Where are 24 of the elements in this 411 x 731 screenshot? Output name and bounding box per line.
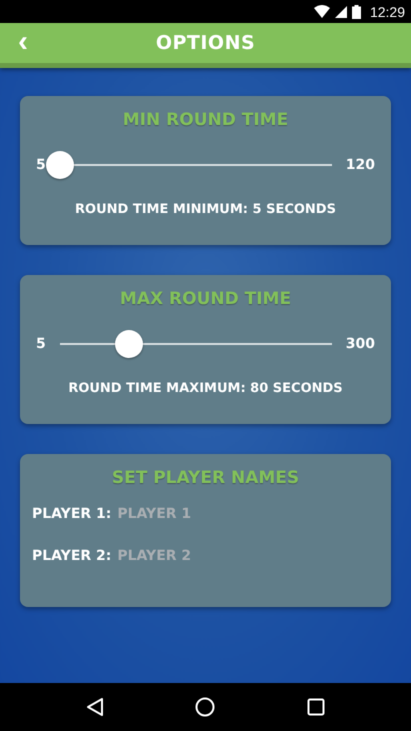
slider-min-label: 5	[36, 336, 46, 352]
slider-caption: ROUND TIME MINIMUM: 5 SECONDS	[75, 202, 336, 217]
field-label: PLAYER 2:	[32, 548, 112, 564]
name-input-field[interactable]: PLAYER 1	[117, 506, 268, 522]
slider-max-label: 120	[346, 157, 375, 173]
back-icon[interactable]	[86, 697, 104, 717]
card-title: SET PLAYER NAMES	[112, 468, 300, 488]
slider-thumb[interactable]	[46, 151, 74, 179]
back-button[interactable]: ‹	[14, 27, 32, 57]
home-icon[interactable]	[195, 697, 216, 717]
recents-icon[interactable]	[307, 698, 326, 716]
slider-caption: ROUND TIME MAXIMUM: 80 SECONDS	[68, 381, 343, 396]
status-time: 12:29	[370, 4, 405, 20]
screen-title: OPTIONS	[156, 32, 256, 54]
signal-icon	[334, 6, 347, 18]
slider-thumb[interactable]	[114, 330, 143, 358]
card-title: MAX ROUND TIME	[120, 289, 292, 309]
field-label: PLAYER 1:	[32, 506, 112, 522]
wifi-icon	[314, 5, 330, 18]
slider-min-label: 5	[36, 157, 46, 173]
name-input-field[interactable]: PLAYER 2	[117, 548, 268, 564]
card-title: MIN ROUND TIME	[122, 110, 288, 130]
battery-icon	[352, 4, 361, 18]
slider-max-label: 300	[346, 336, 375, 352]
